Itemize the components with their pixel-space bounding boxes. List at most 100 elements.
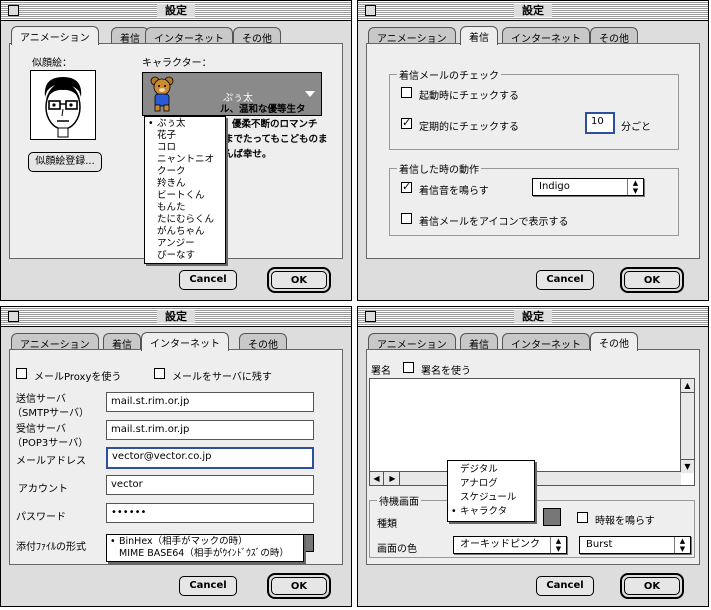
pop-server-field[interactable]: mail.st.rim.or.jp	[106, 420, 314, 440]
menu-item[interactable]: コロ	[145, 142, 225, 154]
ok-button-label: OK	[624, 577, 680, 595]
tab-internet[interactable]: インターネット	[141, 332, 229, 351]
menu-item[interactable]: アナログ	[448, 477, 534, 491]
updown-arrows-icon: ▲ ▼	[550, 537, 566, 553]
tab-internet[interactable]: インターネット	[502, 27, 590, 45]
menu-item[interactable]: デジタル	[448, 463, 534, 477]
vertical-scrollbar[interactable]: ▲ ▼	[680, 379, 694, 473]
screen-color-value: オーキッドピンク	[460, 539, 540, 550]
tab-other[interactable]: その他	[590, 27, 638, 45]
tab-arrive[interactable]: 着信	[460, 26, 498, 45]
check-periodic-checkbox[interactable]	[401, 116, 412, 129]
tab-other[interactable]: その他	[233, 27, 281, 45]
check-periodic-label: 定期的にチェックする	[419, 122, 519, 133]
attachment-format-menu: • BinHex（相手がマックの時） MIME BASE64（相手がｳｲﾝﾄﾞｳｽ…	[106, 534, 304, 562]
interval-field[interactable]: 10	[585, 112, 615, 134]
password-label: パスワード	[16, 512, 66, 523]
character-dropdown-menu: • ぷぅ太 花子 コロ ニャントニオ クーク 羚きん ビートくん もんた たにむら…	[144, 116, 226, 264]
scroll-down-arrow-icon[interactable]: ▼	[681, 459, 694, 473]
close-box[interactable]	[8, 5, 19, 16]
close-box[interactable]	[365, 311, 376, 322]
cancel-button[interactable]: Cancel	[179, 270, 237, 290]
mail-address-field[interactable]: vector@vector.co.jp	[106, 447, 314, 469]
menu-item[interactable]: 花子	[145, 130, 225, 142]
menu-item[interactable]: • ぷぅ太	[145, 118, 225, 130]
interval-unit-label: 分ごと	[621, 122, 651, 133]
description-line: 優柔不断のロマンチ	[232, 119, 318, 130]
window-title: 設定	[514, 4, 552, 17]
smtp-sublabel: （SMTPサーバ）	[12, 408, 90, 419]
use-proxy-label: メールProxyを使う	[34, 372, 122, 383]
cancel-button[interactable]: Cancel	[536, 270, 594, 290]
description-line: までたってもこどものま	[224, 134, 328, 145]
use-proxy-checkbox[interactable]	[16, 368, 27, 379]
title-bar[interactable]: 設定	[358, 307, 708, 327]
scroll-right-arrow-icon[interactable]: ▶	[386, 472, 400, 485]
screen-color-popup[interactable]: オーキッドピンク ▲ ▼	[453, 536, 567, 554]
attachment-format-label: 添付ﾌｧｲﾙの形式	[16, 542, 86, 553]
window-title: 設定	[157, 4, 195, 17]
menu-item[interactable]: もんた	[145, 202, 225, 214]
register-portrait-button[interactable]: 似顔絵登録...	[28, 152, 102, 172]
tab-animation[interactable]: アニメーション	[368, 333, 456, 351]
title-bar[interactable]: 設定	[358, 1, 708, 21]
pop-sublabel: （POP3サーバ）	[12, 438, 89, 449]
tab-internet[interactable]: インターネット	[145, 27, 233, 45]
leave-on-server-checkbox[interactable]	[154, 368, 165, 379]
menu-item[interactable]: 羚きん	[145, 178, 225, 190]
character-label: キャラクター：	[142, 58, 212, 69]
tab-internet[interactable]: インターネット	[502, 333, 590, 351]
kind-popup-arrow[interactable]	[543, 508, 561, 526]
tab-other[interactable]: その他	[590, 332, 638, 351]
show-icon-checkbox[interactable]	[401, 213, 412, 224]
settings-window-animation: 設定 アニメーション 着信 インターネット その他 似顔絵： 似顔絵登録...	[0, 0, 352, 301]
pop-label: 受信サーバ	[16, 424, 66, 435]
tab-panel: 似顔絵： 似顔絵登録... キャラクター： ぷぅ太 ル、温和な優等生タ 優柔不断…	[9, 43, 343, 264]
close-box[interactable]	[8, 311, 19, 322]
play-sound-checkbox[interactable]	[401, 180, 412, 193]
title-bar[interactable]: 設定	[1, 1, 351, 21]
ok-button[interactable]: OK	[620, 573, 684, 599]
menu-item[interactable]: ニャントニオ	[145, 154, 225, 166]
scroll-up-arrow-icon[interactable]: ▲	[681, 379, 694, 393]
tab-animation[interactable]: アニメーション	[11, 333, 99, 351]
scroll-left-arrow-icon[interactable]: ◀	[370, 472, 384, 485]
account-field[interactable]: vector	[106, 475, 314, 495]
menu-item[interactable]: ビートくん	[145, 190, 225, 202]
tab-animation[interactable]: アニメーション	[11, 26, 99, 45]
ok-button[interactable]: OK	[620, 267, 684, 293]
title-bar[interactable]: 設定	[1, 307, 351, 327]
menu-item[interactable]: たにむらくん	[145, 214, 225, 226]
effect-popup[interactable]: Burst ▲ ▼	[579, 536, 691, 554]
use-signature-label: 署名を使う	[421, 366, 471, 377]
menu-item[interactable]: • BinHex（相手がマックの時）	[107, 536, 303, 548]
ok-button[interactable]: OK	[267, 573, 331, 599]
tab-arrive[interactable]: 着信	[103, 333, 141, 351]
password-field[interactable]: ••••••	[106, 503, 314, 523]
updown-arrows-icon: ▲ ▼	[674, 537, 690, 553]
tab-animation[interactable]: アニメーション	[368, 27, 456, 45]
menu-item[interactable]: MIME BASE64（相手がｳｲﾝﾄﾞｳｽﾞの時）	[107, 548, 303, 560]
menu-item[interactable]: がんちゃん	[145, 226, 225, 238]
close-box[interactable]	[365, 5, 376, 16]
description-line: ル、温和な優等生タ	[220, 104, 306, 115]
show-icon-label: 着信メールをアイコンで表示する	[419, 217, 569, 228]
sound-popup[interactable]: Indigo ▲ ▼	[532, 178, 644, 196]
check-on-startup-label: 起動時にチェックする	[419, 91, 519, 102]
tab-other[interactable]: その他	[239, 333, 287, 351]
tab-arrive[interactable]: 着信	[460, 333, 498, 351]
chime-checkbox[interactable]	[577, 512, 588, 523]
check-on-startup-checkbox[interactable]	[401, 87, 412, 98]
cancel-button[interactable]: Cancel	[179, 576, 237, 596]
ok-button[interactable]: OK	[267, 267, 331, 293]
kind-label: 種類	[377, 519, 397, 530]
smtp-server-field[interactable]: mail.st.rim.or.jp	[106, 392, 314, 412]
menu-item[interactable]: アンジー	[145, 238, 225, 250]
menu-item[interactable]: スケジュール	[448, 491, 534, 505]
tab-arrive[interactable]: 着信	[111, 27, 149, 45]
menu-item[interactable]: ぴーなす	[145, 250, 225, 262]
menu-item[interactable]: クーク	[145, 166, 225, 178]
menu-item[interactable]: • キャラクタ	[448, 505, 534, 519]
use-signature-checkbox[interactable]	[403, 362, 414, 373]
cancel-button[interactable]: Cancel	[536, 576, 594, 596]
